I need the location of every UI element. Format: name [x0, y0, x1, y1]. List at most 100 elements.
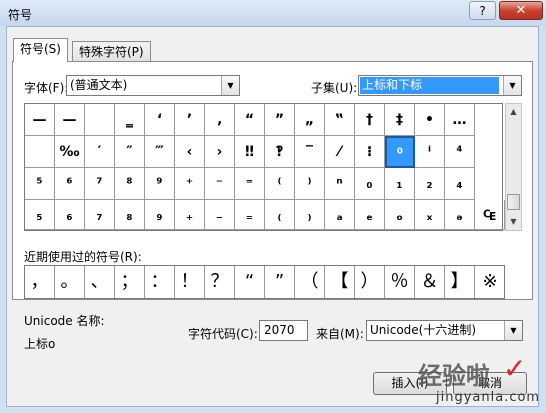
- unicode-name-label: Unicode 名称:: [24, 314, 105, 328]
- symbol-cell[interactable]: ₎: [295, 200, 325, 230]
- symbol-cell[interactable]: ₑ: [355, 200, 385, 230]
- font-select[interactable]: (普通文本) ▼: [66, 75, 240, 96]
- symbol-cell[interactable]: ⁼: [235, 168, 265, 200]
- recent-symbol-cell[interactable]: 】: [445, 266, 475, 298]
- char-code-input[interactable]: 2070: [259, 320, 308, 341]
- tab-symbols[interactable]: 符号(S): [13, 38, 68, 62]
- symbol-cell[interactable]: ‘: [145, 104, 175, 136]
- scroll-down-icon[interactable]: ▼: [506, 214, 521, 230]
- symbol-cell[interactable]: ‼: [235, 136, 265, 168]
- symbol-cell[interactable]: —: [55, 104, 85, 136]
- symbol-cell[interactable]: „: [295, 104, 325, 136]
- recent-symbol-cell[interactable]: 、: [85, 266, 115, 298]
- symbol-cell[interactable]: ⁝: [355, 136, 385, 168]
- symbol-cell[interactable]: ‽: [265, 136, 295, 168]
- symbol-cell[interactable]: ‚: [205, 104, 235, 136]
- symbol-cell[interactable]: [85, 104, 115, 136]
- chevron-down-icon[interactable]: ▼: [503, 76, 521, 95]
- symbol-cell[interactable]: †: [355, 104, 385, 136]
- recent-symbols: ，。、；：！？ “” （【）％＆】 ※: [24, 265, 505, 299]
- recent-symbol-cell[interactable]: ：: [145, 266, 175, 298]
- symbol-cell[interactable]: ”: [265, 104, 295, 136]
- chevron-down-icon[interactable]: ▼: [504, 321, 522, 340]
- recent-symbol-cell[interactable]: ；: [115, 266, 145, 298]
- symbol-cell[interactable]: ′: [85, 136, 115, 168]
- recent-symbol-cell[interactable]: （: [295, 266, 325, 298]
- recent-symbol-cell[interactable]: ，: [25, 266, 55, 298]
- symbol-cell[interactable]: ₐ: [325, 200, 355, 230]
- symbol-cell[interactable]: ⁿ: [325, 168, 355, 200]
- symbol-cell[interactable]: —: [25, 104, 55, 136]
- symbol-cell[interactable]: ₇: [85, 200, 115, 230]
- symbol-cell[interactable]: ₀: [355, 168, 385, 200]
- recent-symbol-cell[interactable]: ”: [265, 266, 295, 298]
- symbol-cell[interactable]: ⁴: [445, 136, 475, 168]
- symbol-cell[interactable]: ⁵: [25, 168, 55, 200]
- symbol-cell[interactable]: •: [415, 104, 445, 136]
- symbol-cell[interactable]: ₔ: [445, 200, 475, 230]
- symbol-cell[interactable]: ₋: [205, 200, 235, 230]
- symbol-cell[interactable]: ⁹: [145, 168, 175, 200]
- symbol-cell[interactable]: ₂: [415, 168, 445, 200]
- symbol-cell[interactable]: ⁷: [85, 168, 115, 200]
- symbol-cell[interactable]: ₓ: [415, 200, 445, 230]
- symbol-cell[interactable]: ⁱ: [415, 136, 445, 168]
- recent-symbol-cell[interactable]: 。: [55, 266, 85, 298]
- symbol-cell[interactable]: ⁄: [325, 136, 355, 168]
- symbol-cell[interactable]: ⁻: [205, 168, 235, 200]
- symbol-cell[interactable]: ‗: [115, 104, 145, 136]
- symbol-cell[interactable]: ₠: [475, 200, 505, 230]
- symbol-cell[interactable]: ₊: [175, 200, 205, 230]
- symbol-cell[interactable]: ’: [175, 104, 205, 136]
- tab-special-characters[interactable]: 特殊字符(P): [72, 41, 151, 62]
- symbol-cell[interactable]: ⁶: [55, 168, 85, 200]
- symbol-cell[interactable]: [25, 136, 55, 168]
- help-button[interactable]: ?: [469, 1, 496, 20]
- symbol-cell[interactable]: ‾: [295, 136, 325, 168]
- recent-symbol-cell[interactable]: ※: [475, 266, 505, 298]
- symbol-cell[interactable]: ⁰: [385, 136, 415, 168]
- from-select[interactable]: Unicode(十六进制) ▼: [366, 320, 523, 341]
- symbol-cell[interactable]: ⁸: [115, 168, 145, 200]
- scroll-thumb[interactable]: [507, 194, 520, 210]
- recent-symbol-cell[interactable]: “: [235, 266, 265, 298]
- subset-select-value: 上标和下标: [360, 77, 499, 94]
- recent-symbols-label: 近期使用过的符号(R):: [24, 250, 142, 264]
- recent-symbol-cell[interactable]: ！: [175, 266, 205, 298]
- recent-symbol-cell[interactable]: ％: [385, 266, 415, 298]
- symbol-cell[interactable]: ⁾: [295, 168, 325, 200]
- symbol-cell[interactable]: ⁺: [175, 168, 205, 200]
- chevron-down-icon[interactable]: ▼: [221, 76, 239, 95]
- symbol-cell[interactable]: ₒ: [385, 200, 415, 230]
- char-code-label: 字符代码(C):: [188, 327, 258, 341]
- symbol-grid-scrollbar[interactable]: ▲ ▼: [505, 103, 522, 231]
- title-bar: 符号 ? ✕: [0, 0, 546, 26]
- recent-symbol-cell[interactable]: ＆: [415, 266, 445, 298]
- symbol-grid[interactable]: — — ‗ ‘’ ‚ “” „ ‟ † ‡ •… ‰ ′ ″ ‴ ‹ › ‼ ‽ ‾ ⁄ ⁝ ⁰ ⁱ ⁴ ⁵ ⁶ ⁷ ⁸ ⁹ ⁺ ⁻ ⁼ ⁽ ⁾ ⁿ ₀…: [24, 103, 505, 231]
- symbol-cell[interactable]: ₈: [115, 200, 145, 230]
- recent-symbol-cell[interactable]: ？: [205, 266, 235, 298]
- symbol-cell[interactable]: ⁽: [265, 168, 295, 200]
- symbol-cell[interactable]: ‟: [325, 104, 355, 136]
- recent-symbol-cell[interactable]: 【: [325, 266, 355, 298]
- scroll-up-icon[interactable]: ▲: [506, 104, 521, 120]
- symbol-cell[interactable]: ₌: [235, 200, 265, 230]
- symbol-cell[interactable]: ₉: [145, 200, 175, 230]
- close-button[interactable]: ✕: [499, 1, 543, 20]
- symbol-cell[interactable]: ›: [205, 136, 235, 168]
- symbol-cell[interactable]: ‡: [385, 104, 415, 136]
- recent-symbol-cell[interactable]: ）: [355, 266, 385, 298]
- symbol-cell[interactable]: ₅: [25, 200, 55, 230]
- symbol-cell[interactable]: ″: [115, 136, 145, 168]
- symbol-cell[interactable]: ‹: [175, 136, 205, 168]
- symbol-cell[interactable]: ‰: [55, 136, 85, 168]
- symbol-cell[interactable]: ₁: [385, 168, 415, 200]
- symbol-cell[interactable]: …: [445, 104, 475, 136]
- symbol-cell[interactable]: ₍: [265, 200, 295, 230]
- symbol-cell[interactable]: ₆: [55, 200, 85, 230]
- symbol-cell[interactable]: ₄: [445, 168, 475, 200]
- watermark-logo: 经验啦: [418, 362, 490, 390]
- symbol-cell[interactable]: ‴: [145, 136, 175, 168]
- subset-select[interactable]: 上标和下标 ▼: [358, 75, 522, 96]
- symbol-cell[interactable]: “: [235, 104, 265, 136]
